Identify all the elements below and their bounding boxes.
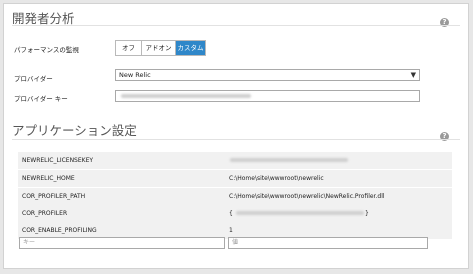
section-title-app-settings: アプリケーション設定 [12,123,137,138]
toggle-off[interactable]: オフ [116,41,142,55]
toggle-addon[interactable]: アドオン [142,41,176,55]
app-setting-row: NEWRELIC_HOME C:\Home\site\wwwroot\newre… [18,170,452,187]
setting-value: 1 [229,227,233,234]
performance-monitoring-label: パフォーマンスの監視 [14,46,79,54]
provider-select[interactable]: New Relic ▼ [115,69,420,81]
performance-monitoring-toggle: オフ アドオン カスタム [115,40,206,56]
provider-key-label: プロバイダー キー [14,95,68,103]
setting-key: COR_ENABLE_PROFILING [22,227,97,234]
setting-key: NEWRELIC_LICENSEKEY [22,157,94,164]
toggle-custom[interactable]: カスタム [176,41,205,55]
new-setting-value-input[interactable]: 値 [228,237,428,249]
setting-value: C:\Home\site\wwwroot\newrelic [229,175,324,182]
setting-value: { [229,210,233,217]
settings-panel: 開発者分析 ? パフォーマンスの監視 オフ アドオン カスタム プロバイダー N… [3,3,469,269]
section-divider [12,25,460,26]
new-setting-key-input[interactable]: キー [19,237,225,249]
app-setting-row: COR_PROFILER { } [18,205,452,222]
closing-brace: } [365,210,369,217]
setting-key: NEWRELIC_HOME [22,175,75,182]
setting-key: COR_PROFILER [22,210,68,217]
app-setting-row: NEWRELIC_LICENSEKEY [18,152,452,169]
section-divider [12,139,460,140]
setting-value: C:\Home\site\wwwroot\newrelic\NewRelic.P… [229,193,385,200]
chevron-down-icon: ▼ [410,71,416,79]
provider-key-field[interactable] [115,90,420,102]
setting-value-redacted [230,158,348,162]
provider-select-value: New Relic [119,71,151,79]
setting-value-redacted [236,211,364,215]
provider-key-redacted [121,94,251,98]
provider-label: プロバイダー [14,75,53,83]
app-setting-row: COR_PROFILER_PATH C:\Home\site\wwwroot\n… [18,188,452,205]
setting-key: COR_PROFILER_PATH [22,193,86,200]
